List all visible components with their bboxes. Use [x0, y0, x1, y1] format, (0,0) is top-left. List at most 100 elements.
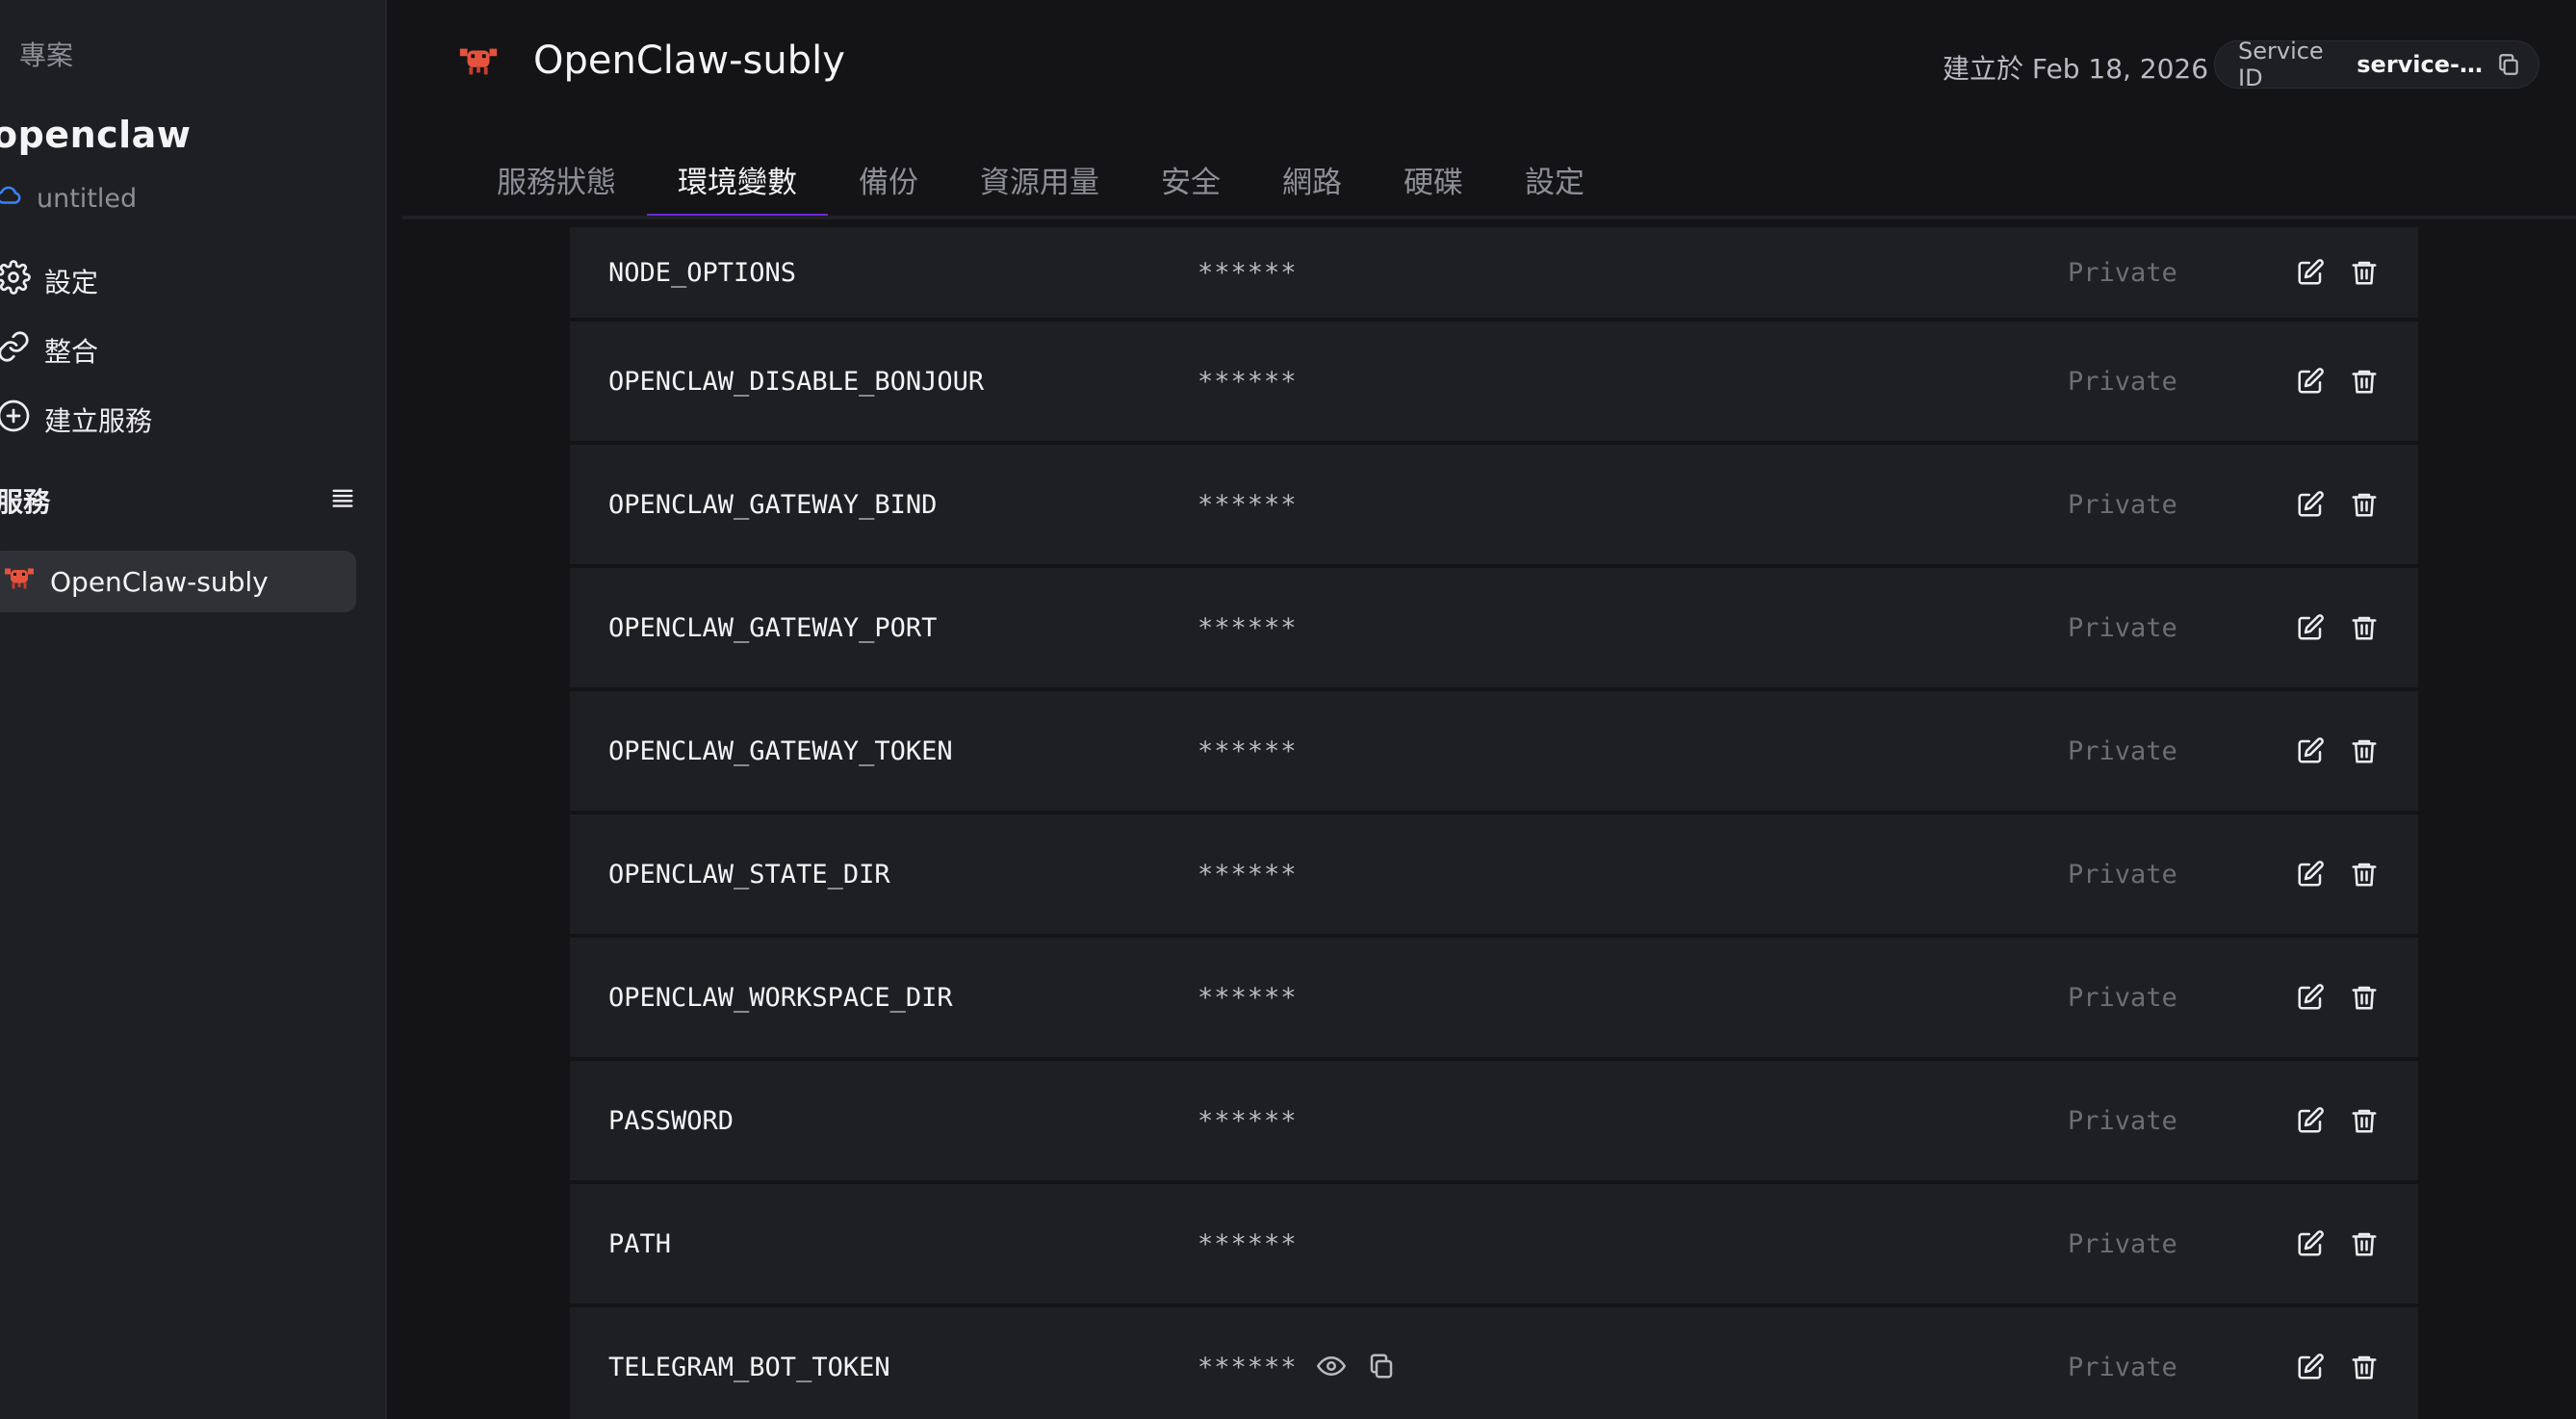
sidebar-item-integrations[interactable]: 整合 [0, 329, 98, 371]
edit-icon[interactable] [2295, 489, 2326, 520]
env-var-table: NODE_OPTIONS ****** Private OPENCLAW_DIS… [570, 227, 2418, 1419]
table-row: OPENCLAW_WORKSPACE_DIR ****** Private [570, 938, 2418, 1057]
tab-service-status[interactable]: 服務狀態 [466, 158, 647, 218]
tab-network[interactable]: 網路 [1251, 158, 1373, 218]
table-row: OPENCLAW_GATEWAY_BIND ****** Private [570, 445, 2418, 564]
crab-icon [2, 564, 37, 600]
crab-icon [456, 42, 501, 85]
edit-icon[interactable] [2295, 1105, 2326, 1136]
sidebar-item-settings[interactable]: 設定 [0, 260, 98, 301]
sidebar-item-label: 整合 [44, 335, 99, 368]
trash-icon[interactable] [2349, 612, 2380, 643]
trash-icon[interactable] [2349, 489, 2380, 520]
env-key: NODE_OPTIONS [608, 257, 797, 288]
app-root: 專案 openclaw untitled 設定 整合 建立服務 服務 OpenC… [0, 0, 2576, 1419]
env-key: OPENCLAW_STATE_DIR [608, 859, 890, 890]
trash-icon[interactable] [2349, 257, 2380, 288]
env-visibility: Private [2068, 366, 2177, 397]
sidebar-section-label: 專案 [19, 39, 74, 71]
env-visibility: Private [2068, 1352, 2177, 1382]
edit-icon[interactable] [2295, 859, 2326, 890]
service-label: OpenClaw-subly [50, 565, 269, 598]
trash-icon[interactable] [2349, 859, 2380, 890]
services-group-label: 服務 [0, 486, 51, 518]
services-group-header: 服務 [0, 481, 356, 520]
created-date: 建立於 Feb 18, 2026 [1943, 53, 2209, 85]
sidebar-item-service[interactable]: OpenClaw-subly [0, 551, 356, 612]
table-row: PATH ****** Private [570, 1184, 2418, 1303]
tab-disk[interactable]: 硬碟 [1373, 158, 1494, 218]
env-key: OPENCLAW_GATEWAY_TOKEN [608, 735, 953, 766]
cloud-icon [0, 181, 23, 217]
page-title: OpenClaw-subly [533, 39, 845, 83]
table-row: OPENCLAW_GATEWAY_TOKEN ****** Private [570, 691, 2418, 811]
sidebar-item-label: 設定 [44, 266, 99, 298]
env-value: ****** [1198, 257, 1298, 288]
service-header: OpenClaw-subly 建立於 Feb 18, 2026 Service … [389, 0, 2576, 219]
list-view-icon[interactable] [329, 485, 356, 516]
trash-icon[interactable] [2349, 366, 2380, 397]
env-visibility: Private [2068, 612, 2177, 643]
project-name[interactable]: openclaw [0, 114, 191, 156]
env-value: ****** [1198, 612, 1298, 643]
table-row: OPENCLAW_DISABLE_BONJOUR ****** Private [570, 322, 2418, 441]
env-key: OPENCLAW_GATEWAY_BIND [608, 489, 938, 520]
workspace-link[interactable]: untitled [0, 181, 137, 217]
env-value: ****** [1198, 366, 1298, 397]
service-id-badge: Service ID service-… [2214, 38, 2539, 91]
edit-icon[interactable] [2295, 735, 2326, 766]
service-id-value: service-… [2357, 51, 2483, 78]
edit-icon[interactable] [2295, 366, 2326, 397]
trash-icon[interactable] [2349, 982, 2380, 1013]
edit-icon[interactable] [2295, 612, 2326, 643]
env-key: OPENCLAW_DISABLE_BONJOUR [608, 366, 985, 397]
env-key: OPENCLAW_GATEWAY_PORT [608, 612, 938, 643]
trash-icon[interactable] [2349, 1105, 2380, 1136]
env-value: ****** [1198, 859, 1298, 890]
sidebar: 專案 openclaw untitled 設定 整合 建立服務 服務 OpenC… [0, 0, 387, 1419]
env-visibility: Private [2068, 735, 2177, 766]
env-visibility: Private [2068, 859, 2177, 890]
trash-icon[interactable] [2349, 1352, 2380, 1382]
env-visibility: Private [2068, 1105, 2177, 1136]
edit-icon[interactable] [2295, 257, 2326, 288]
trash-icon[interactable] [2349, 1228, 2380, 1259]
env-value: ****** [1198, 982, 1298, 1013]
sidebar-item-label: 建立服務 [44, 404, 153, 437]
header-divider [402, 216, 2576, 219]
edit-icon[interactable] [2295, 1352, 2326, 1382]
env-value: ****** [1198, 1105, 1298, 1136]
tab-settings[interactable]: 設定 [1494, 158, 1615, 218]
tab-backup[interactable]: 備份 [828, 158, 949, 218]
sidebar-item-create-service[interactable]: 建立服務 [0, 399, 152, 440]
service-id-label: Service ID [2238, 38, 2324, 91]
table-row: OPENCLAW_GATEWAY_PORT ****** Private [570, 568, 2418, 687]
trash-icon[interactable] [2349, 735, 2380, 766]
env-key: PATH [608, 1228, 672, 1259]
tab-security[interactable]: 安全 [1130, 158, 1251, 218]
env-value: ****** [1198, 1352, 1398, 1382]
env-value: ****** [1198, 1228, 1298, 1259]
copy-icon[interactable] [1367, 1352, 1398, 1382]
env-visibility: Private [2068, 489, 2177, 520]
env-visibility: Private [2068, 1228, 2177, 1259]
table-row: NODE_OPTIONS ****** Private [570, 227, 2418, 318]
tab-bar: 服務狀態 環境變數 備份 資源用量 安全 網路 硬碟 設定 [466, 158, 1615, 218]
plus-circle-icon [0, 399, 31, 440]
table-row: OPENCLAW_STATE_DIR ****** Private [570, 814, 2418, 934]
edit-icon[interactable] [2295, 1228, 2326, 1259]
env-visibility: Private [2068, 982, 2177, 1013]
tab-resource-usage[interactable]: 資源用量 [949, 158, 1130, 218]
tab-environment-variables[interactable]: 環境變數 [647, 158, 828, 218]
env-key: PASSWORD [608, 1105, 734, 1136]
eye-icon[interactable] [1316, 1352, 1348, 1382]
copy-icon[interactable] [2496, 52, 2521, 77]
env-visibility: Private [2068, 257, 2177, 288]
env-value: ****** [1198, 489, 1298, 520]
edit-icon[interactable] [2295, 982, 2326, 1013]
env-value: ****** [1198, 735, 1298, 766]
env-key: OPENCLAW_WORKSPACE_DIR [608, 982, 953, 1013]
env-key: TELEGRAM_BOT_TOKEN [608, 1352, 890, 1382]
table-row: PASSWORD ****** Private [570, 1061, 2418, 1180]
gear-icon [0, 260, 31, 301]
